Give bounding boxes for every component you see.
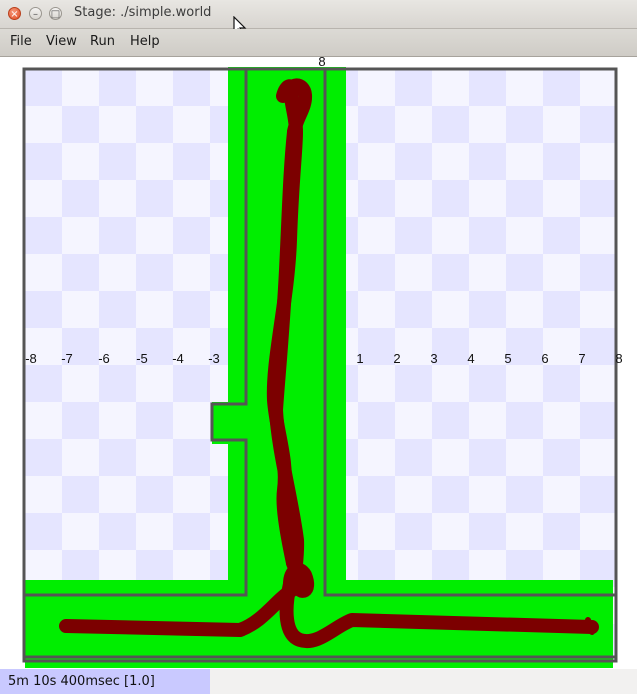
x-axis-tick-label: -7 [61,351,73,366]
y-axis-top-label: 8 [318,57,325,69]
menu-file[interactable]: File [10,34,32,49]
x-axis-tick-label: -5 [136,351,148,366]
x-axis-tick-label: -4 [172,351,184,366]
close-window-button[interactable]: × [8,7,21,20]
x-axis-tick-label: 7 [578,351,585,366]
x-axis-tick-label: 6 [541,351,548,366]
menu-bar: File View Run Help [0,29,637,57]
maximize-window-button[interactable]: □ [49,7,62,20]
x-axis-tick-label: -8 [25,351,37,366]
minimize-window-button[interactable]: – [29,7,42,20]
menu-view[interactable]: View [46,34,77,49]
window-titlebar: × – □ Stage: ./simple.world [0,0,637,37]
x-axis-tick-label: 2 [393,351,400,366]
window-title: Stage: ./simple.world [74,5,212,20]
menu-help[interactable]: Help [130,34,160,49]
x-axis-tick-label: 4 [467,351,474,366]
x-axis-tick-label: -6 [98,351,110,366]
x-axis-tick-label: 3 [430,351,437,366]
x-axis-tick-label: 8 [615,351,622,366]
simulation-canvas[interactable]: -8 -7 -6 -5 -4 -3 1 2 3 4 5 6 7 8 8 [0,57,637,669]
menu-run[interactable]: Run [90,34,115,49]
x-axis-tick-label: -3 [208,351,220,366]
status-bar: 5m 10s 400msec [1.0] [0,669,210,694]
x-axis-tick-label: 5 [504,351,511,366]
simulation-time: 5m 10s 400msec [1.0] [8,674,155,689]
x-axis-tick-label: 1 [356,351,363,366]
